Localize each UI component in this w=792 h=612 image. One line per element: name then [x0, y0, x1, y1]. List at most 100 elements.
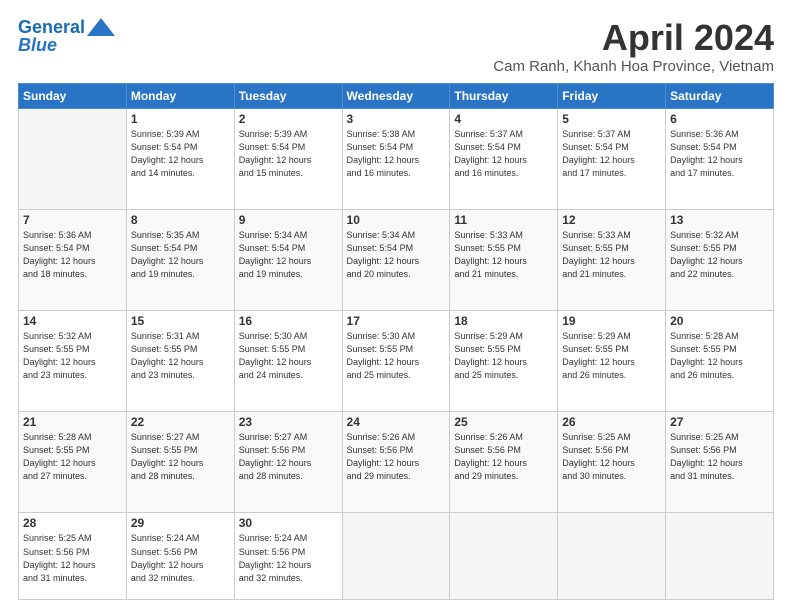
calendar-cell: 30 Sunrise: 5:24 AM Sunset: 5:56 PM Dayli… [234, 513, 342, 600]
day-info: Sunrise: 5:30 AM Sunset: 5:55 PM Dayligh… [347, 330, 446, 382]
calendar-cell: 25Sunrise: 5:26 AM Sunset: 5:56 PM Dayli… [450, 412, 558, 513]
day-info: Sunrise: 5:30 AM Sunset: 5:55 PM Dayligh… [239, 330, 338, 382]
calendar-table: Sunday Monday Tuesday Wednesday Thursday… [18, 83, 774, 600]
day-number: 29 [131, 516, 230, 530]
calendar-week-row-3: 14 Sunrise: 5:32 AM Sunset: 5:55 PM Dayli… [19, 311, 774, 412]
calendar-cell: 5Sunrise: 5:37 AM Sunset: 5:54 PM Daylig… [558, 108, 666, 209]
header-monday: Monday [126, 83, 234, 108]
logo-icon [87, 18, 115, 36]
day-number: 2 [239, 112, 338, 126]
day-info: Sunrise: 5:34 AM Sunset: 5:54 PM Dayligh… [347, 229, 446, 281]
logo: General Blue [18, 18, 115, 54]
month-title: April 2024 [493, 18, 774, 58]
day-info: Sunrise: 5:33 AM Sunset: 5:55 PM Dayligh… [454, 229, 553, 281]
logo-blue: Blue [18, 36, 57, 54]
calendar-cell: 11 Sunrise: 5:33 AM Sunset: 5:55 PM Dayli… [450, 209, 558, 310]
header-friday: Friday [558, 83, 666, 108]
day-info: Sunrise: 5:25 AM Sunset: 5:56 PM Dayligh… [670, 431, 769, 483]
day-info: Sunrise: 5:29 AM Sunset: 5:55 PM Dayligh… [562, 330, 661, 382]
calendar-cell: 13Sunrise: 5:32 AM Sunset: 5:55 PM Dayli… [666, 209, 774, 310]
day-number: 14 [23, 314, 122, 328]
day-number: 30 [239, 516, 338, 530]
calendar-cell: 7 Sunrise: 5:36 AM Sunset: 5:54 PM Daylig… [19, 209, 127, 310]
header-sunday: Sunday [19, 83, 127, 108]
day-info: Sunrise: 5:25 AM Sunset: 5:56 PM Dayligh… [23, 532, 122, 584]
calendar-week-row-2: 7 Sunrise: 5:36 AM Sunset: 5:54 PM Daylig… [19, 209, 774, 310]
day-info: Sunrise: 5:36 AM Sunset: 5:54 PM Dayligh… [23, 229, 122, 281]
day-info: Sunrise: 5:31 AM Sunset: 5:55 PM Dayligh… [131, 330, 230, 382]
calendar-cell [666, 513, 774, 600]
calendar-cell: 26Sunrise: 5:25 AM Sunset: 5:56 PM Dayli… [558, 412, 666, 513]
day-info: Sunrise: 5:36 AM Sunset: 5:54 PM Dayligh… [670, 128, 769, 180]
day-number: 1 [131, 112, 230, 126]
calendar-cell: 4Sunrise: 5:37 AM Sunset: 5:54 PM Daylig… [450, 108, 558, 209]
day-number: 15 [131, 314, 230, 328]
day-number: 18 [454, 314, 553, 328]
day-info: Sunrise: 5:24 AM Sunset: 5:56 PM Dayligh… [131, 532, 230, 584]
calendar-week-row-1: 1 Sunrise: 5:39 AM Sunset: 5:54 PM Daylig… [19, 108, 774, 209]
day-number: 7 [23, 213, 122, 227]
page: General Blue April 2024 Cam Ranh, Khanh … [0, 0, 792, 612]
day-info: Sunrise: 5:29 AM Sunset: 5:55 PM Dayligh… [454, 330, 553, 382]
calendar-cell: 1 Sunrise: 5:39 AM Sunset: 5:54 PM Daylig… [126, 108, 234, 209]
calendar-cell: 21 Sunrise: 5:28 AM Sunset: 5:55 PM Dayli… [19, 412, 127, 513]
day-number: 28 [23, 516, 122, 530]
calendar-cell: 29 Sunrise: 5:24 AM Sunset: 5:56 PM Dayli… [126, 513, 234, 600]
calendar-cell: 9Sunrise: 5:34 AM Sunset: 5:54 PM Daylig… [234, 209, 342, 310]
day-number: 21 [23, 415, 122, 429]
title-area: April 2024 Cam Ranh, Khanh Hoa Province,… [493, 18, 774, 75]
day-info: Sunrise: 5:26 AM Sunset: 5:56 PM Dayligh… [454, 431, 553, 483]
day-number: 16 [239, 314, 338, 328]
calendar-cell: 27 Sunrise: 5:25 AM Sunset: 5:56 PM Dayli… [666, 412, 774, 513]
calendar-cell: 18 Sunrise: 5:29 AM Sunset: 5:55 PM Dayli… [450, 311, 558, 412]
day-info: Sunrise: 5:28 AM Sunset: 5:55 PM Dayligh… [670, 330, 769, 382]
day-number: 11 [454, 213, 553, 227]
day-info: Sunrise: 5:35 AM Sunset: 5:54 PM Dayligh… [131, 229, 230, 281]
header-tuesday: Tuesday [234, 83, 342, 108]
calendar-cell: 17 Sunrise: 5:30 AM Sunset: 5:55 PM Dayli… [342, 311, 450, 412]
day-info: Sunrise: 5:28 AM Sunset: 5:55 PM Dayligh… [23, 431, 122, 483]
calendar-week-row-4: 21 Sunrise: 5:28 AM Sunset: 5:55 PM Dayli… [19, 412, 774, 513]
day-info: Sunrise: 5:33 AM Sunset: 5:55 PM Dayligh… [562, 229, 661, 281]
day-info: Sunrise: 5:37 AM Sunset: 5:54 PM Dayligh… [562, 128, 661, 180]
calendar-cell: 19 Sunrise: 5:29 AM Sunset: 5:55 PM Dayli… [558, 311, 666, 412]
calendar-cell: 28 Sunrise: 5:25 AM Sunset: 5:56 PM Dayli… [19, 513, 127, 600]
day-number: 19 [562, 314, 661, 328]
day-info: Sunrise: 5:38 AM Sunset: 5:54 PM Dayligh… [347, 128, 446, 180]
day-number: 10 [347, 213, 446, 227]
header-saturday: Saturday [666, 83, 774, 108]
day-number: 12 [562, 213, 661, 227]
day-number: 26 [562, 415, 661, 429]
location-title: Cam Ranh, Khanh Hoa Province, Vietnam [493, 58, 774, 75]
logo-general: General [18, 17, 85, 37]
header-thursday: Thursday [450, 83, 558, 108]
day-info: Sunrise: 5:37 AM Sunset: 5:54 PM Dayligh… [454, 128, 553, 180]
calendar-cell: 2 Sunrise: 5:39 AM Sunset: 5:54 PM Daylig… [234, 108, 342, 209]
calendar-cell: 10 Sunrise: 5:34 AM Sunset: 5:54 PM Dayli… [342, 209, 450, 310]
calendar-week-row-5: 28 Sunrise: 5:25 AM Sunset: 5:56 PM Dayli… [19, 513, 774, 600]
day-number: 23 [239, 415, 338, 429]
day-info: Sunrise: 5:26 AM Sunset: 5:56 PM Dayligh… [347, 431, 446, 483]
day-info: Sunrise: 5:39 AM Sunset: 5:54 PM Dayligh… [239, 128, 338, 180]
day-number: 6 [670, 112, 769, 126]
calendar-cell: 12 Sunrise: 5:33 AM Sunset: 5:55 PM Dayli… [558, 209, 666, 310]
day-info: Sunrise: 5:32 AM Sunset: 5:55 PM Dayligh… [23, 330, 122, 382]
calendar-cell [558, 513, 666, 600]
calendar-cell [342, 513, 450, 600]
day-number: 8 [131, 213, 230, 227]
day-number: 13 [670, 213, 769, 227]
day-number: 27 [670, 415, 769, 429]
calendar-cell: 23Sunrise: 5:27 AM Sunset: 5:56 PM Dayli… [234, 412, 342, 513]
calendar-cell: 16 Sunrise: 5:30 AM Sunset: 5:55 PM Dayli… [234, 311, 342, 412]
day-number: 3 [347, 112, 446, 126]
calendar-cell [19, 108, 127, 209]
calendar-cell: 20 Sunrise: 5:28 AM Sunset: 5:55 PM Dayli… [666, 311, 774, 412]
day-info: Sunrise: 5:24 AM Sunset: 5:56 PM Dayligh… [239, 532, 338, 584]
day-number: 20 [670, 314, 769, 328]
day-info: Sunrise: 5:27 AM Sunset: 5:55 PM Dayligh… [131, 431, 230, 483]
day-info: Sunrise: 5:34 AM Sunset: 5:54 PM Dayligh… [239, 229, 338, 281]
day-info: Sunrise: 5:39 AM Sunset: 5:54 PM Dayligh… [131, 128, 230, 180]
day-number: 17 [347, 314, 446, 328]
calendar-header-row: Sunday Monday Tuesday Wednesday Thursday… [19, 83, 774, 108]
calendar-cell: 22Sunrise: 5:27 AM Sunset: 5:55 PM Dayli… [126, 412, 234, 513]
